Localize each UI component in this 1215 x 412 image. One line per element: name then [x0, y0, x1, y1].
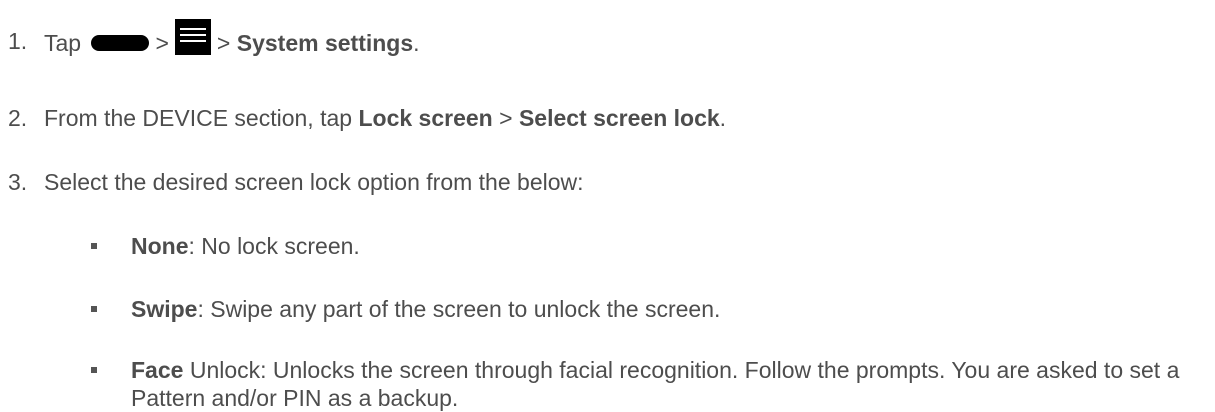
option-text: None: No lock screen.: [131, 232, 360, 260]
step-text: Select the desired screen lock option fr…: [44, 169, 584, 195]
separator: >: [155, 30, 169, 57]
option-name: None: [131, 233, 189, 259]
separator: >: [216, 30, 231, 57]
step-text: From the DEVICE section, tap Lock screen…: [44, 104, 726, 132]
bullet-icon: [91, 306, 97, 312]
option-description: Unlock: Unlocks the screen through facia…: [131, 357, 1180, 411]
menu-item-lock-screen: Lock screen: [358, 105, 493, 131]
step-number: 3.: [8, 169, 28, 195]
option-description: : Swipe any part of the screen to unlock…: [197, 296, 721, 322]
step-tap-word: Tap: [44, 30, 82, 57]
step-prefix: From the DEVICE section, tap: [44, 105, 353, 131]
step-text: Tap > > System settings.: [44, 19, 420, 63]
option-name: Swipe: [131, 296, 198, 322]
menu-target: System settings: [236, 30, 414, 57]
home-key-icon: [91, 35, 150, 51]
option-text: Face Unlock: Unlocks the screen through …: [131, 356, 1195, 412]
period: .: [413, 30, 420, 57]
bullet-icon: [91, 243, 97, 249]
step-number: 1.: [8, 28, 28, 54]
menu-item-select-screen-lock: Select screen lock: [518, 105, 720, 131]
menu-key-icon: [174, 19, 211, 55]
step-number: 2.: [8, 105, 28, 131]
option-text: Swipe: Swipe any part of the screen to u…: [131, 295, 720, 323]
bullet-icon: [91, 367, 97, 373]
option-description: : No lock screen.: [188, 233, 360, 259]
separator: >: [499, 105, 513, 131]
period: .: [719, 105, 727, 131]
option-name: Face: [131, 357, 184, 383]
